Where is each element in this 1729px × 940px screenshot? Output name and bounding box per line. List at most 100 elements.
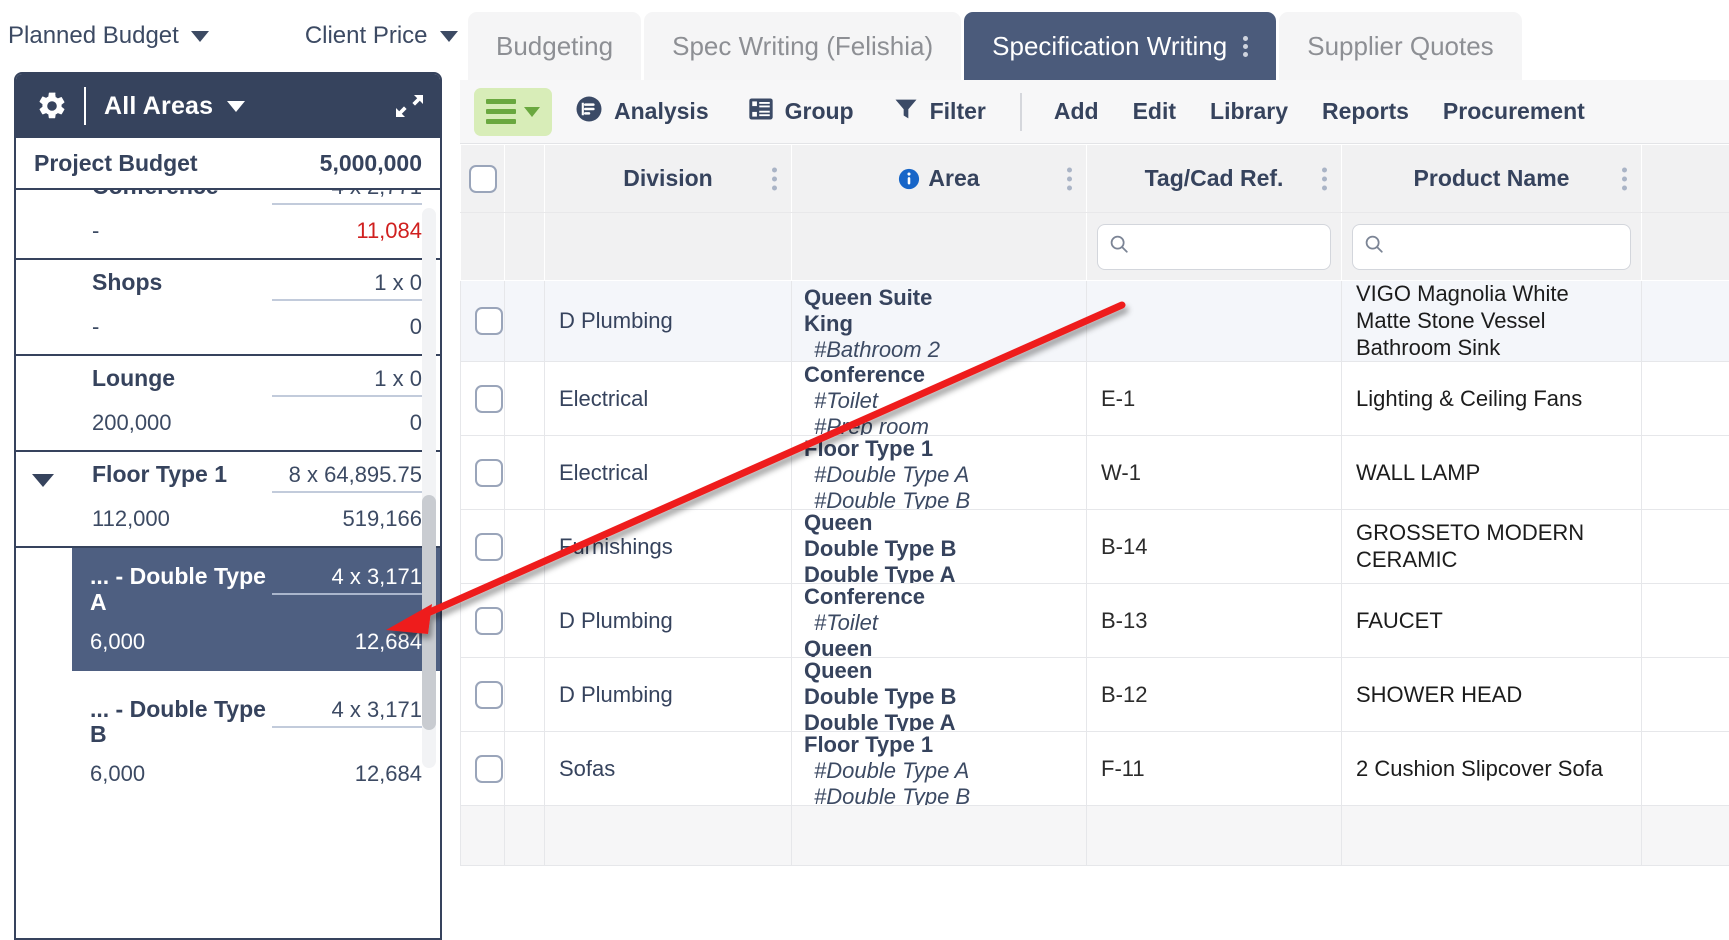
info-icon — [898, 168, 920, 190]
filter-cell-product[interactable] — [1342, 213, 1642, 281]
cell-end — [1642, 584, 1729, 658]
cell-end — [1642, 362, 1729, 436]
budget-child-row-selected[interactable]: ... - Double Type A 4 x 3,171 6,000 12,6… — [72, 548, 440, 671]
budget-group-name: Floor Type 1 — [34, 462, 227, 488]
procurement-button[interactable]: Procurement — [1429, 88, 1599, 136]
tab-specification-writing[interactable]: Specification Writing — [964, 12, 1276, 80]
column-header-division[interactable]: Division — [545, 145, 792, 213]
budget-group-row[interactable]: Floor Type 1 8 x 64,895.75 112,000 519,1… — [16, 452, 440, 548]
tab-kebab-menu-icon[interactable] — [1243, 36, 1248, 57]
row-checkbox[interactable] — [475, 459, 503, 487]
row-select-cell[interactable] — [461, 436, 505, 510]
tail-cell — [1342, 806, 1642, 866]
budget-group-row[interactable]: Lounge 1 x 0 200,000 0 — [16, 356, 440, 452]
column-header-area[interactable]: Area — [792, 145, 1087, 213]
budget-group-right: 519,166 — [272, 506, 422, 532]
budget-group-left: - — [34, 218, 99, 244]
client-price-selector[interactable]: Client Price — [305, 22, 458, 50]
table-row-empty — [461, 806, 1729, 866]
row-checkbox[interactable] — [475, 533, 503, 561]
hamburger-menu-button[interactable] — [474, 88, 552, 136]
select-all-header[interactable] — [461, 145, 505, 213]
table-row[interactable]: Furnishings Queen Double Type B Double T… — [461, 510, 1729, 584]
budget-panel: Planned Budget Client Price All Areas — [0, 0, 460, 940]
budget-group-row[interactable]: Conference 4 x 2,771 - 11,084 — [16, 190, 440, 260]
table-filter-row — [461, 213, 1729, 281]
area-sub: #Toilet — [804, 610, 1072, 636]
tab-label: Spec Writing (Felishia) — [672, 31, 933, 62]
tag-header-label: Tag/Cad Ref. — [1145, 165, 1284, 192]
reports-button[interactable]: Reports — [1308, 88, 1423, 136]
column-menu-icon[interactable] — [1067, 167, 1072, 190]
budget-child-row[interactable]: ... - Double Type B 4 x 3,171 6,000 12,6… — [16, 671, 440, 804]
row-checkbox[interactable] — [475, 607, 503, 635]
tail-cell — [792, 806, 1087, 866]
cell-product: GROSSETO MODERN CERAMIC — [1342, 510, 1642, 584]
column-menu-icon[interactable] — [772, 167, 777, 190]
product-search-input[interactable] — [1393, 235, 1620, 258]
scrollbar-thumb[interactable] — [422, 495, 436, 730]
cell-product: VIGO Magnolia White Matte Stone Vessel B… — [1342, 281, 1642, 362]
library-button[interactable]: Library — [1196, 88, 1302, 136]
tag-search-box[interactable] — [1097, 224, 1331, 270]
table-row[interactable]: D Plumbing Queen Double Type B Double Ty… — [461, 658, 1729, 732]
column-menu-icon[interactable] — [1322, 167, 1327, 190]
select-all-checkbox[interactable] — [469, 165, 497, 193]
tab-label: Supplier Quotes — [1307, 31, 1493, 62]
row-select-cell[interactable] — [461, 584, 505, 658]
budget-group-left: 200,000 — [34, 410, 172, 436]
toolbar-divider — [1020, 93, 1022, 131]
hamburger-icon — [486, 99, 516, 124]
table-row[interactable]: Sofas Floor Type 1 #Double Type A #Doubl… — [461, 732, 1729, 806]
table-row[interactable]: D Plumbing Conference #Toilet Queen B-13… — [461, 584, 1729, 658]
gear-icon[interactable] — [36, 90, 68, 122]
filter-button[interactable]: Filter — [876, 88, 1002, 136]
tag-search-input[interactable] — [1138, 235, 1320, 258]
tab-spec-writing-felishia[interactable]: Spec Writing (Felishia) — [644, 12, 961, 80]
row-checkbox[interactable] — [475, 307, 503, 335]
table-row[interactable]: Electrical Conference #Toilet #Prep room… — [461, 362, 1729, 436]
cell-tag: W-1 — [1087, 436, 1342, 510]
column-header-tag[interactable]: Tag/Cad Ref. — [1087, 145, 1342, 213]
row-select-cell[interactable] — [461, 658, 505, 732]
chevron-down-icon[interactable] — [227, 101, 245, 112]
cell-area: Queen Suite King #Bathroom 2 — [792, 281, 1087, 362]
spec-table: Division — [460, 144, 1729, 940]
client-price-label: Client Price — [305, 22, 428, 50]
cell-product: FAUCET — [1342, 584, 1642, 658]
row-blank-cell — [505, 436, 545, 510]
column-menu-icon[interactable] — [1622, 167, 1627, 190]
row-select-cell[interactable] — [461, 362, 505, 436]
analysis-button[interactable]: Analysis — [558, 88, 725, 136]
column-header-end — [1642, 145, 1729, 213]
cell-division: Electrical — [545, 362, 792, 436]
budget-child-wrapper: ... - Double Type B 4 x 3,171 6,000 12,6… — [16, 671, 440, 804]
group-button[interactable]: Group — [731, 88, 870, 136]
edit-button[interactable]: Edit — [1119, 88, 1190, 136]
row-checkbox[interactable] — [475, 755, 503, 783]
row-select-cell[interactable] — [461, 281, 505, 362]
budget-card: All Areas Project Budget 5,000,000 Co — [14, 72, 442, 940]
product-search-box[interactable] — [1352, 224, 1631, 270]
cell-end — [1642, 281, 1729, 362]
area-filter-title: All Areas — [104, 92, 213, 121]
collapse-triangle-icon[interactable] — [32, 474, 54, 487]
row-checkbox[interactable] — [475, 385, 503, 413]
row-select-cell[interactable] — [461, 510, 505, 584]
table-row[interactable]: D Plumbing Queen Suite King #Bathroom 2 … — [461, 281, 1729, 362]
planned-budget-selector[interactable]: Planned Budget — [8, 22, 209, 50]
tab-budgeting[interactable]: Budgeting — [468, 12, 641, 80]
area-sub: #Double Type B — [804, 784, 1072, 805]
tab-label: Specification Writing — [992, 31, 1227, 62]
column-header-product[interactable]: Product Name — [1342, 145, 1642, 213]
add-button[interactable]: Add — [1040, 88, 1113, 136]
expand-collapse-icon[interactable] — [394, 93, 424, 119]
cell-end — [1642, 436, 1729, 510]
table-row[interactable]: Electrical Floor Type 1 #Double Type A #… — [461, 436, 1729, 510]
tab-supplier-quotes[interactable]: Supplier Quotes — [1279, 12, 1521, 80]
filter-cell-tag[interactable] — [1087, 213, 1342, 281]
row-checkbox[interactable] — [475, 681, 503, 709]
row-select-cell[interactable] — [461, 732, 505, 806]
budget-selectors: Planned Budget Client Price — [0, 0, 460, 72]
budget-group-row[interactable]: Shops 1 x 0 - 0 — [16, 260, 440, 356]
